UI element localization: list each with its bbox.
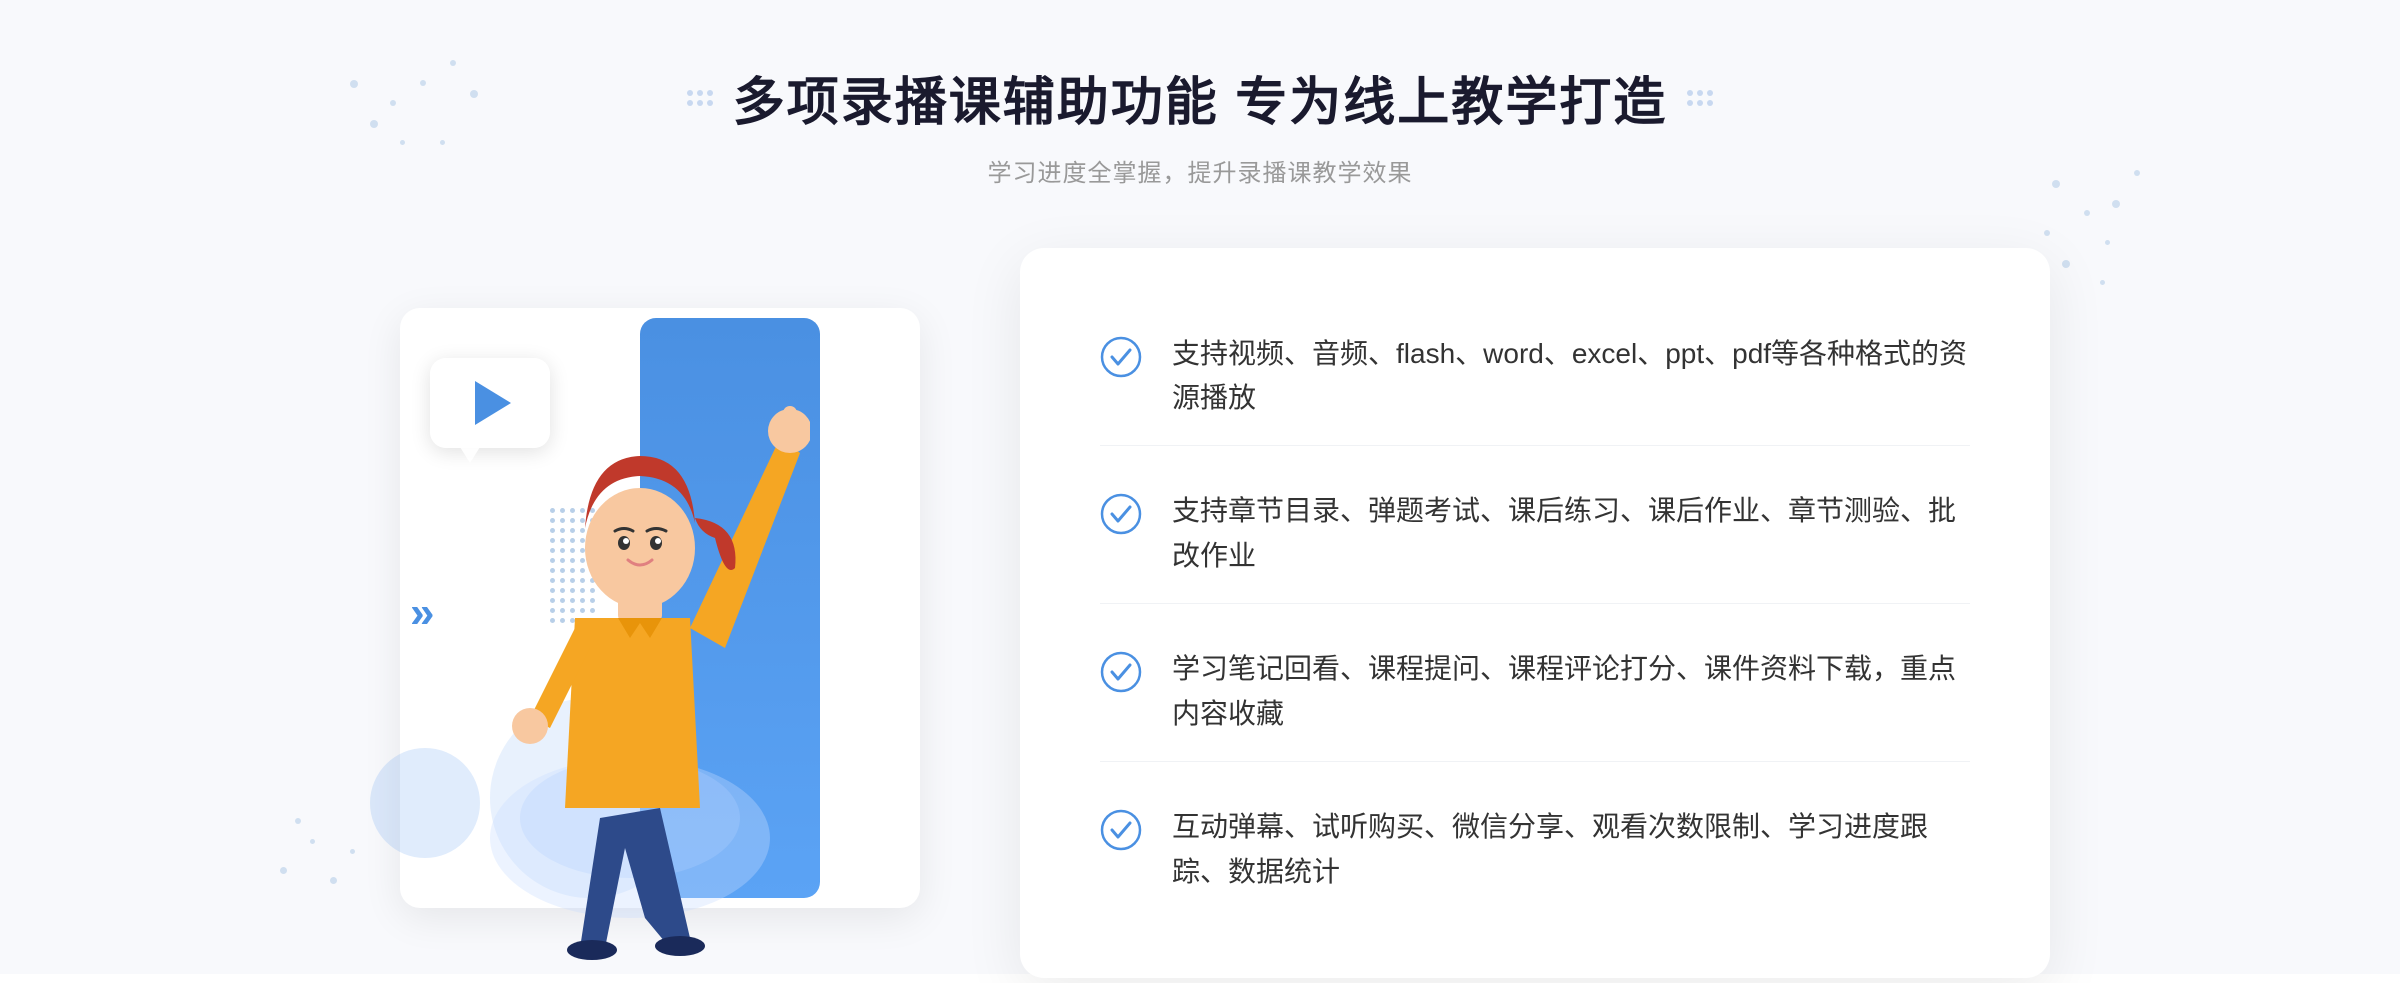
page-left-arrows: » xyxy=(410,591,434,635)
check-icon-1 xyxy=(1100,336,1142,378)
feature-item-1: 支持视频、音频、flash、word、excel、ppt、pdf等各种格式的资源… xyxy=(1100,308,1970,447)
feature-item-2: 支持章节目录、弹题考试、课后练习、课后作业、章节测验、批改作业 xyxy=(1100,465,1970,604)
features-panel: 支持视频、音频、flash、word、excel、ppt、pdf等各种格式的资源… xyxy=(1020,248,2050,978)
feature-text-4: 互动弹幕、试听购买、微信分享、观看次数限制、学习进度跟踪、数据统计 xyxy=(1172,805,1970,895)
deco-circle-medium xyxy=(370,748,480,858)
check-icon-4 xyxy=(1100,809,1142,851)
page-subtitle: 学习进度全掌握，提升录播课教学效果 xyxy=(687,153,1713,188)
page-title: 多项录播课辅助功能 专为线上教学打造 xyxy=(733,60,1667,135)
check-icon-2 xyxy=(1100,493,1142,535)
check-icon-3 xyxy=(1100,651,1142,693)
feature-item-4: 互动弹幕、试听购买、微信分享、观看次数限制、学习进度跟踪、数据统计 xyxy=(1100,781,1970,919)
feature-item-3: 学习笔记回看、课程提问、课程评论打分、课件资料下载，重点内容收藏 xyxy=(1100,623,1970,762)
person-illustration xyxy=(470,338,810,978)
decorative-dots-right xyxy=(1687,90,1713,106)
page-container: 多项录播课辅助功能 专为线上教学打造 学习进度全掌握，提升录播课教学效果 » xyxy=(0,0,2400,974)
content-area: » xyxy=(350,248,2050,978)
feature-text-3: 学习笔记回看、课程提问、课程评论打分、课件资料下载，重点内容收藏 xyxy=(1172,647,1970,737)
feature-text-1: 支持视频、音频、flash、word、excel、ppt、pdf等各种格式的资源… xyxy=(1172,332,1970,422)
decorative-dots-left xyxy=(687,90,713,106)
header-section: 多项录播课辅助功能 专为线上教学打造 学习进度全掌握，提升录播课教学效果 xyxy=(687,60,1713,188)
feature-text-2: 支持章节目录、弹题考试、课后练习、课后作业、章节测验、批改作业 xyxy=(1172,489,1970,579)
title-row: 多项录播课辅助功能 专为线上教学打造 xyxy=(687,60,1713,135)
illustration-area xyxy=(350,248,1030,978)
